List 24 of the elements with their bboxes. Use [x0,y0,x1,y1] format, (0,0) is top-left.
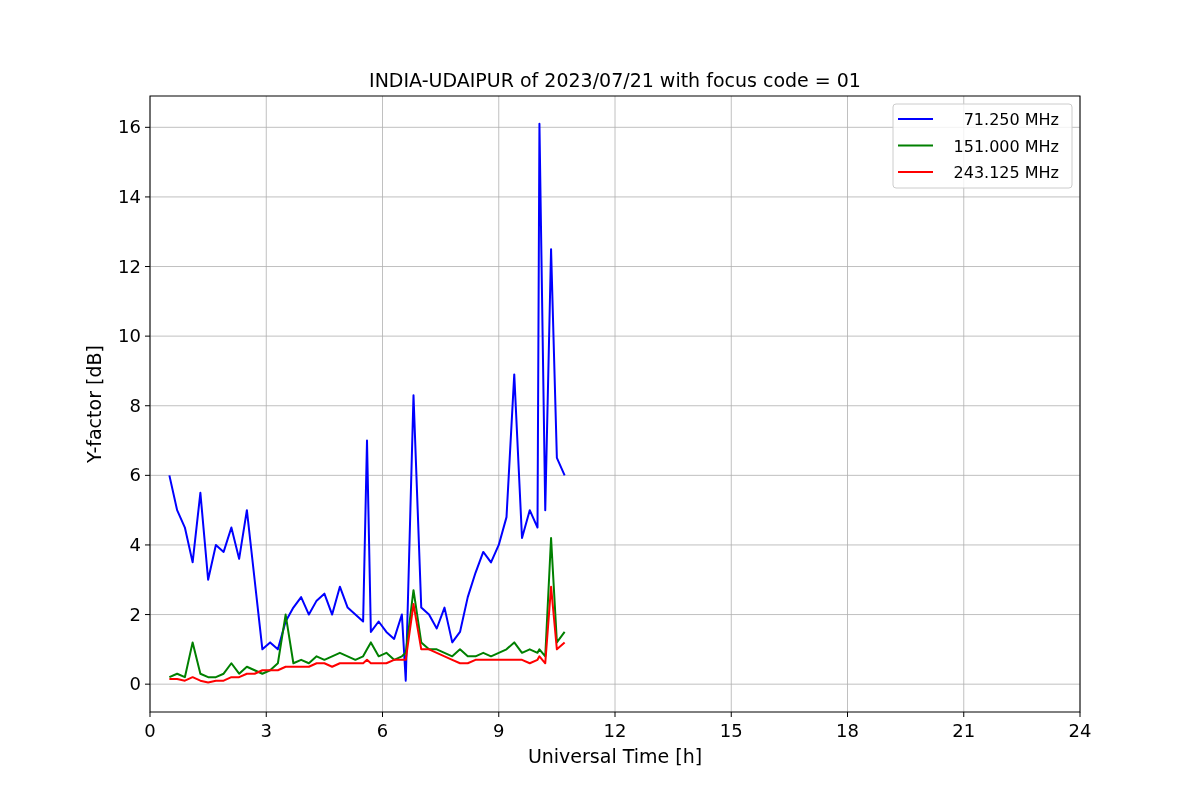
tick-label: 21 [952,720,976,741]
tick-label: 2 [129,603,141,625]
tick-label: 16 [118,116,141,138]
chart-title: INDIA-UDAIPUR of 2023/07/21 with focus code = 01 [369,69,861,91]
tick-label: 12 [603,720,627,741]
legend-label: 243.125 MHz [953,163,1059,182]
legend-label: 151.000 MHz [953,136,1059,156]
x-axis-label: Universal Time [h] [527,745,703,767]
tick-label: 4 [129,533,141,555]
tick-label: 9 [493,720,505,741]
tick-label: 14 [118,185,141,207]
tick-label: 0 [144,720,156,741]
tick-label: 6 [376,720,389,741]
tick-label: 3 [260,720,272,741]
tick-label: 0 [129,673,141,695]
tick-label: 12 [118,255,141,277]
tick-label: 8 [129,394,141,416]
tick-label: 18 [836,720,859,741]
tick-label: 10 [118,325,141,347]
legend-label: 71.250 MHz [963,110,1059,129]
y-axis-label: Y-factor [dB] [83,345,105,463]
tick-label: 6 [129,464,141,486]
tick-label: 15 [719,720,743,741]
tick-label: 24 [1068,720,1092,741]
